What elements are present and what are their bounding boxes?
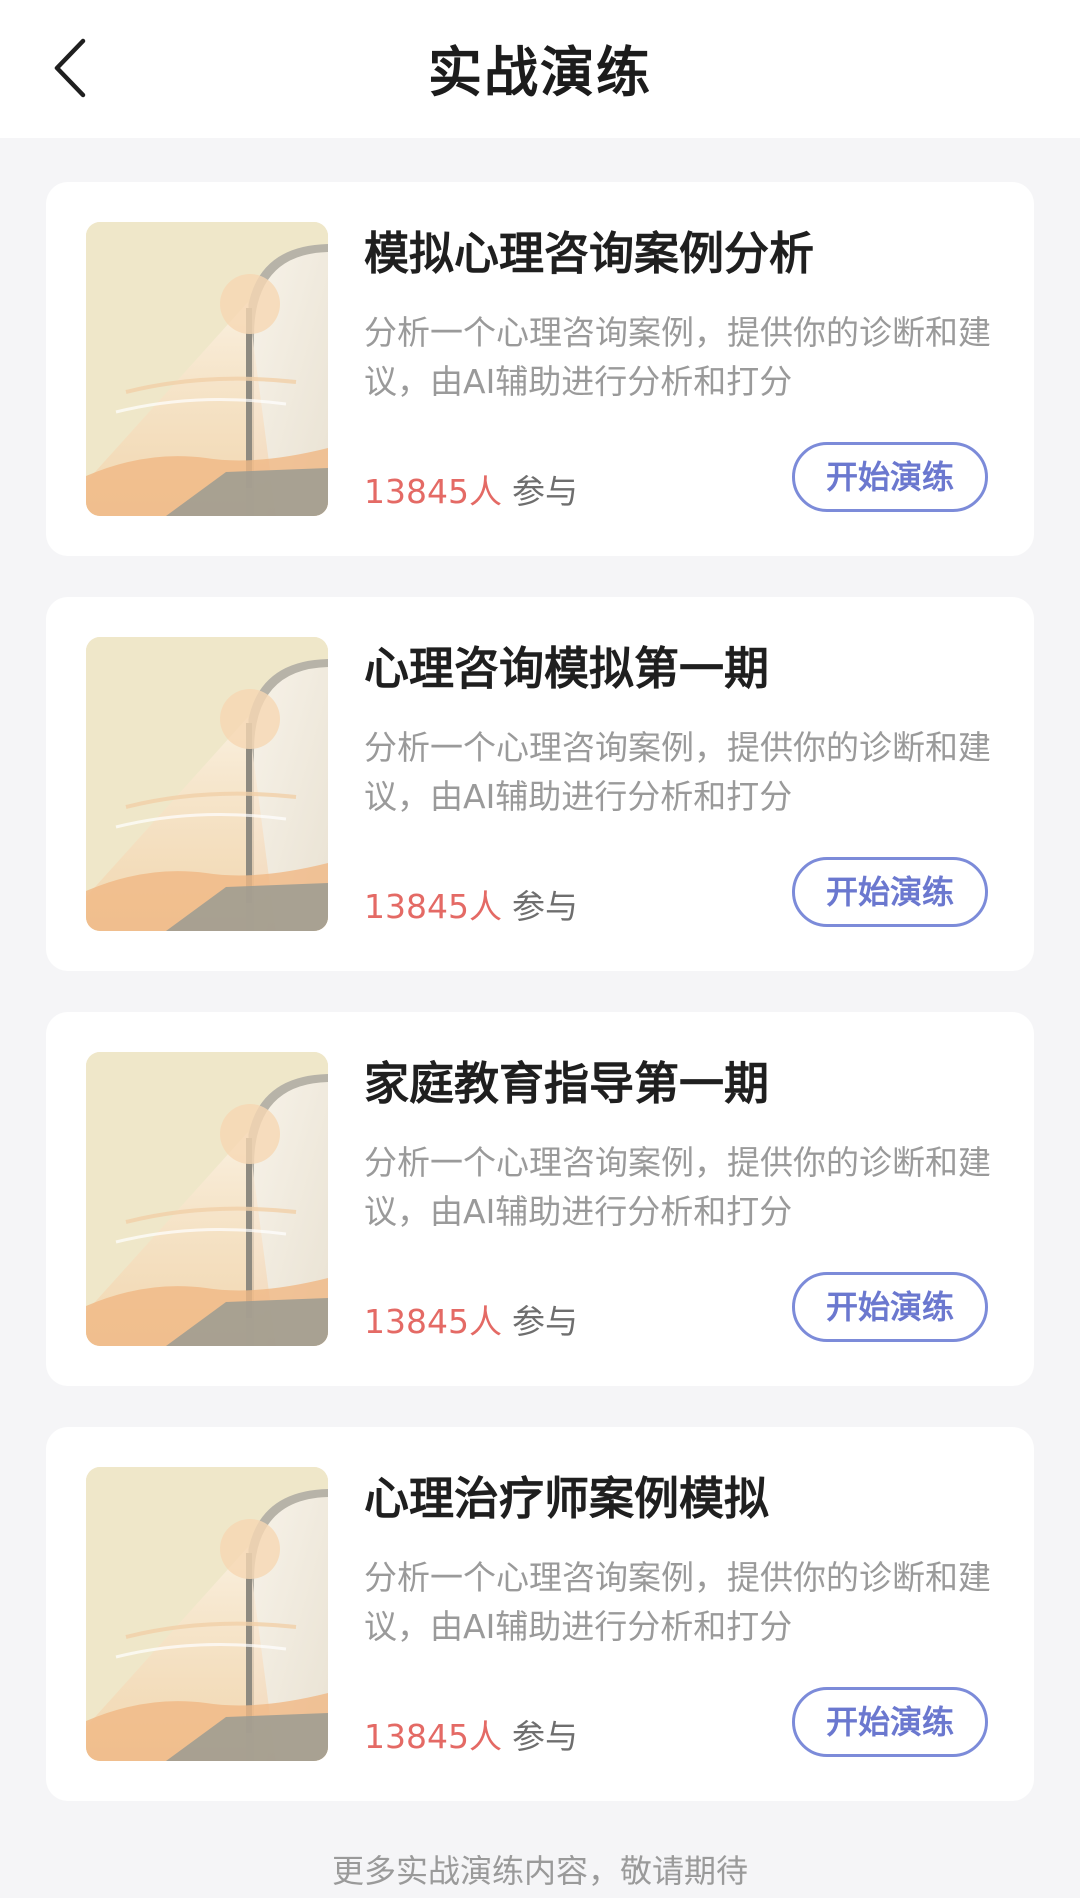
exercise-description: 分析一个心理咨询案例，提供你的诊断和建议，由AI辅助进行分析和打分 (364, 1143, 991, 1231)
start-practice-button[interactable]: 开始演练 (792, 1272, 988, 1342)
start-practice-button[interactable]: 开始演练 (792, 1687, 988, 1757)
exercise-illustration (86, 1467, 328, 1761)
exercise-title: 心理咨询模拟第一期 (364, 642, 770, 695)
exercise-card[interactable]: 心理治疗师案例模拟 分析一个心理咨询案例，提供你的诊断和建议，由AI辅助进行分析… (46, 1427, 1034, 1801)
top-bar: 实战演练 (0, 0, 1080, 138)
start-practice-button[interactable]: 开始演练 (792, 442, 988, 512)
participant-suffix: 参与 (511, 1717, 578, 1756)
participant-number: 13845人 (364, 887, 502, 926)
exercise-card[interactable]: 家庭教育指导第一期 分析一个心理咨询案例，提供你的诊断和建议，由AI辅助进行分析… (46, 1012, 1034, 1386)
exercise-title: 模拟心理咨询案例分析 (364, 227, 815, 280)
start-practice-button[interactable]: 开始演练 (792, 857, 988, 927)
participant-count: 13845人 参与 (364, 887, 578, 927)
participant-count: 13845人 参与 (364, 1302, 578, 1342)
exercise-illustration (86, 637, 328, 931)
exercise-description: 分析一个心理咨询案例，提供你的诊断和建议，由AI辅助进行分析和打分 (364, 1558, 991, 1646)
participant-number: 13845人 (364, 1302, 502, 1341)
exercise-card[interactable]: 模拟心理咨询案例分析 分析一个心理咨询案例，提供你的诊断和建议，由AI辅助进行分… (46, 182, 1034, 556)
exercise-illustration (86, 1052, 328, 1346)
participant-suffix: 参与 (511, 1302, 578, 1341)
exercise-title: 家庭教育指导第一期 (364, 1057, 770, 1110)
exercise-illustration (86, 222, 328, 516)
participant-number: 13845人 (364, 472, 502, 511)
participant-suffix: 参与 (511, 887, 578, 926)
exercise-list: 模拟心理咨询案例分析 分析一个心理咨询案例，提供你的诊断和建议，由AI辅助进行分… (46, 182, 1034, 1842)
exercise-title: 心理治疗师案例模拟 (364, 1472, 770, 1525)
participant-suffix: 参与 (511, 472, 578, 511)
page-title: 实战演练 (428, 41, 652, 104)
participant-count: 13845人 参与 (364, 472, 578, 512)
exercise-description: 分析一个心理咨询案例，提供你的诊断和建议，由AI辅助进行分析和打分 (364, 313, 991, 401)
more-content-note: 更多实战演练内容，敬请期待 (331, 1852, 748, 1890)
participant-count: 13845人 参与 (364, 1717, 578, 1757)
exercise-description: 分析一个心理咨询案例，提供你的诊断和建议，由AI辅助进行分析和打分 (364, 728, 991, 816)
participant-number: 13845人 (364, 1717, 502, 1756)
exercise-card[interactable]: 心理咨询模拟第一期 分析一个心理咨询案例，提供你的诊断和建议，由AI辅助进行分析… (46, 597, 1034, 971)
